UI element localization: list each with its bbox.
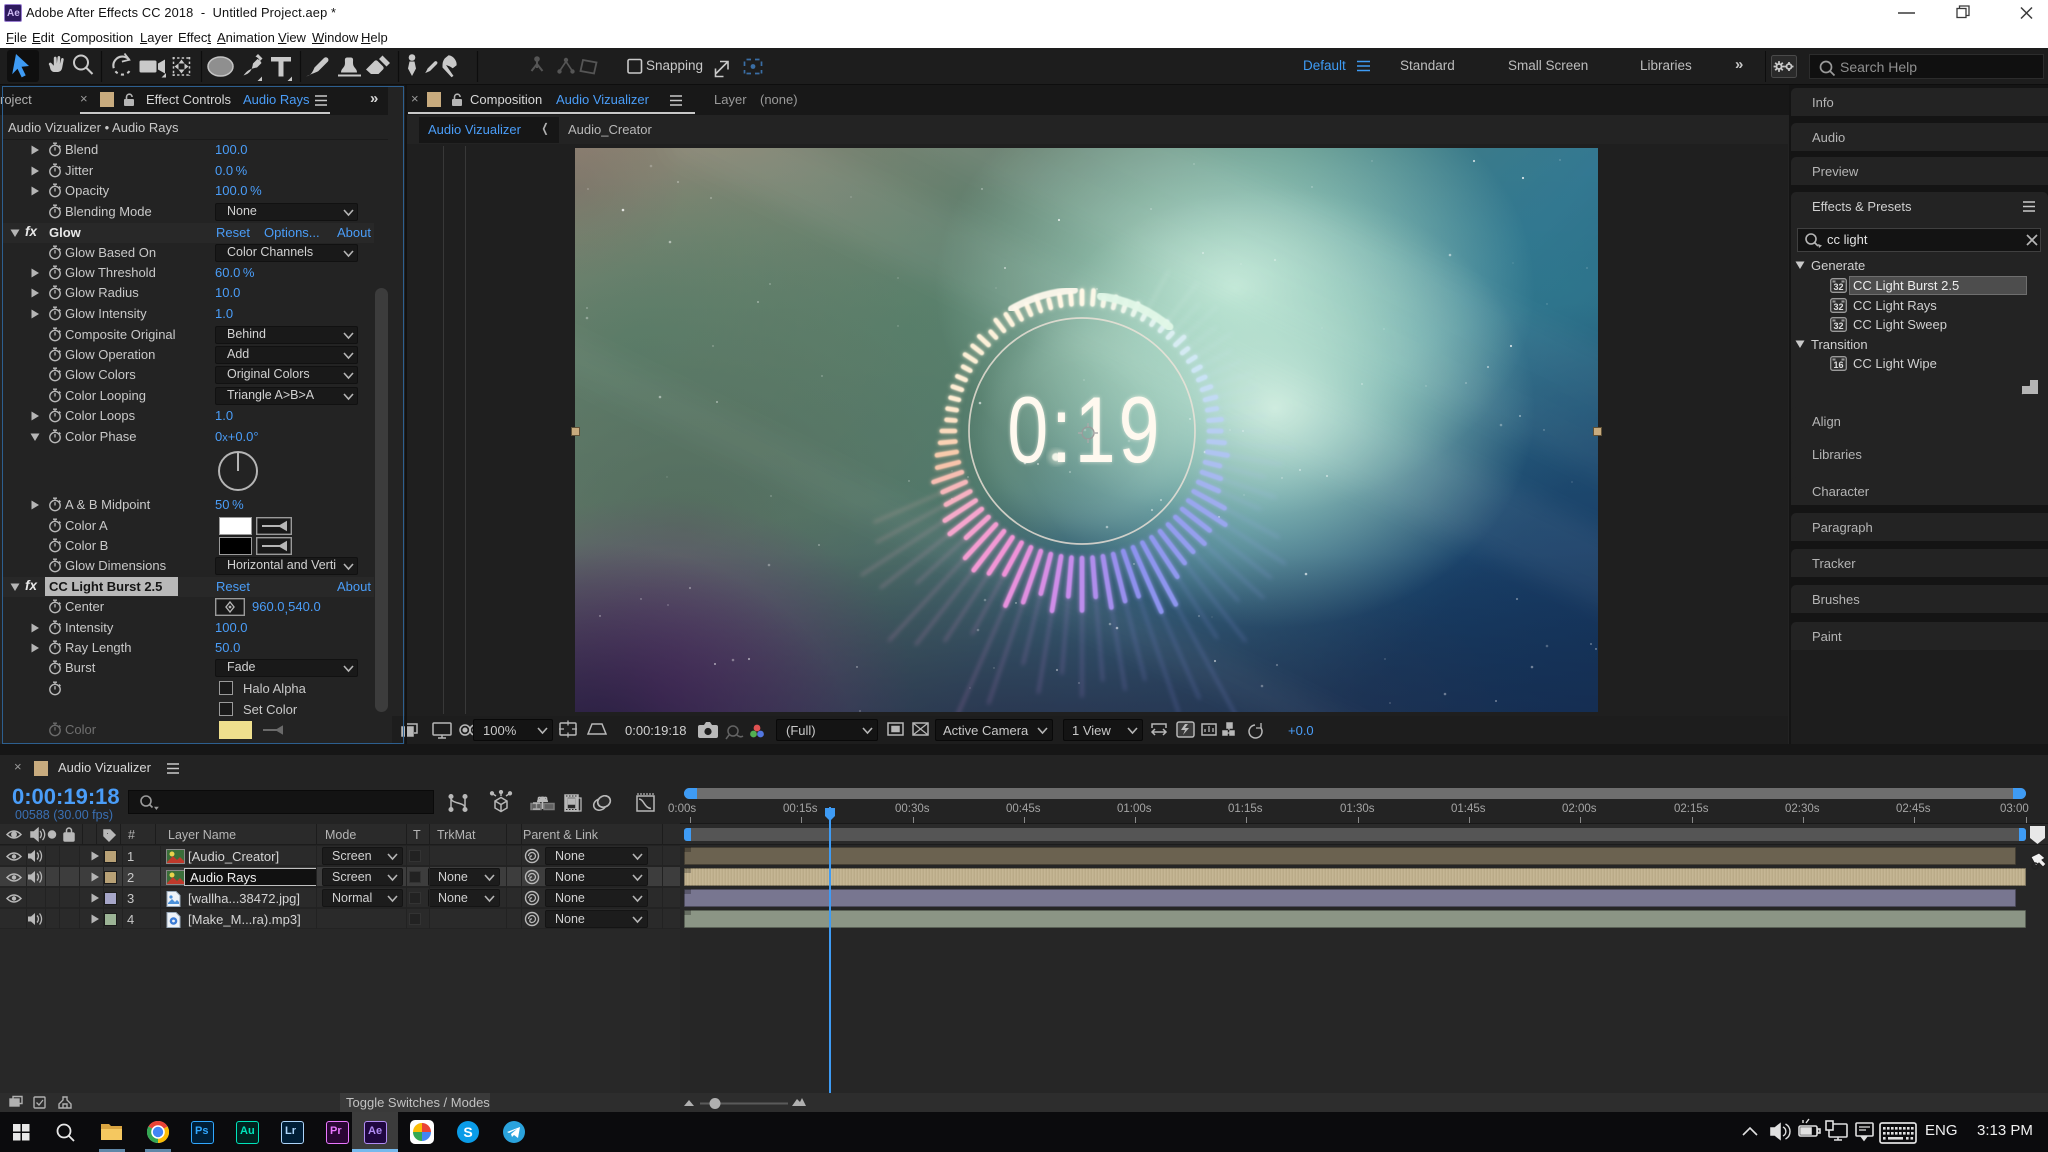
svg-text:0:19: 0:19 (1007, 377, 1162, 482)
svg-text:S: S (463, 1124, 472, 1140)
svg-text:32: 32 (1833, 302, 1843, 312)
svg-text:32: 32 (1833, 321, 1843, 331)
svg-text:16: 16 (1833, 360, 1843, 370)
svg-text:32: 32 (1833, 282, 1843, 292)
